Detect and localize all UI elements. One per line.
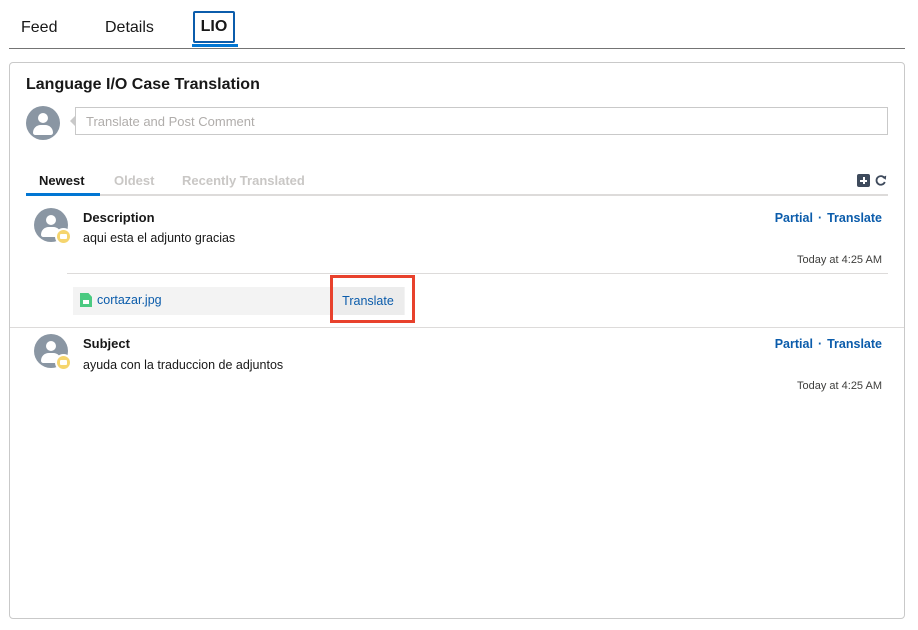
sort-tab-oldest[interactable]: Oldest	[114, 173, 154, 188]
sort-tabs: Newest Oldest Recently Translated	[26, 167, 888, 196]
sort-active-indicator	[26, 193, 100, 196]
tab-lio[interactable]: LIO	[193, 11, 235, 43]
partial-link[interactable]: Partial	[775, 211, 813, 225]
tab-feed[interactable]: Feed	[21, 19, 57, 37]
item-actions: Partial · Translate	[775, 211, 882, 225]
item-actions: Partial · Translate	[775, 337, 882, 351]
item-timestamp: Today at 4:25 AM	[797, 254, 882, 266]
item-label: Description	[83, 210, 155, 225]
attachment-file-link[interactable]: cortazar.jpg	[97, 293, 162, 307]
image-file-icon	[80, 293, 92, 307]
translate-comment-input[interactable]	[75, 107, 888, 135]
action-separator: ·	[817, 337, 823, 351]
email-badge-icon	[55, 354, 72, 371]
add-icon[interactable]	[857, 174, 870, 187]
item-text: ayuda con la traduccion de adjuntos	[83, 358, 284, 372]
tab-details[interactable]: Details	[105, 19, 154, 37]
partial-link[interactable]: Partial	[775, 337, 813, 351]
sort-tab-recently-translated[interactable]: Recently Translated	[182, 173, 305, 188]
sort-tab-newest[interactable]: Newest	[39, 173, 85, 188]
divider	[10, 327, 904, 328]
card-title: Language I/O Case Translation	[26, 76, 260, 93]
email-badge-icon	[55, 228, 72, 245]
translate-link[interactable]: Translate	[827, 211, 882, 225]
translate-link[interactable]: Translate	[827, 337, 882, 351]
divider	[67, 273, 888, 274]
action-separator: ·	[817, 211, 823, 225]
lio-translation-card: Language I/O Case Translation Newest Old…	[9, 62, 905, 619]
item-label: Subject	[83, 336, 130, 351]
highlight-annotation	[330, 275, 415, 323]
user-avatar-icon	[26, 106, 60, 140]
record-tabs: Feed Details LIO	[9, 10, 905, 49]
item-text: aqui esta el adjunto gracias	[83, 231, 236, 245]
refresh-icon[interactable]	[874, 174, 887, 187]
active-tab-indicator	[192, 44, 238, 47]
item-timestamp: Today at 4:25 AM	[797, 380, 882, 392]
